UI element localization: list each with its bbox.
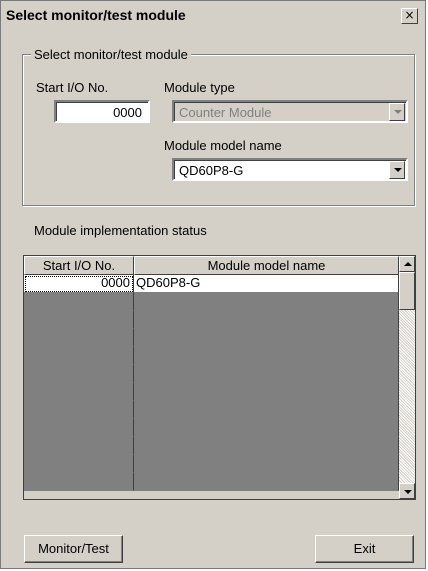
column-header-start-io[interactable]: Start I/O No. (24, 256, 134, 275)
empty-cell[interactable] (24, 419, 134, 437)
empty-cell[interactable] (134, 473, 399, 491)
dialog-window: Select monitor/test module × Select moni… (0, 0, 426, 569)
empty-cell[interactable] (134, 419, 399, 437)
chevron-down-icon[interactable] (389, 161, 405, 179)
empty-cell[interactable] (134, 455, 399, 473)
scroll-down-button[interactable] (399, 483, 415, 499)
table-row[interactable] (24, 347, 399, 365)
empty-cell[interactable] (24, 437, 134, 455)
table-row[interactable] (24, 365, 399, 383)
window-title: Select monitor/test module (6, 7, 186, 23)
table-row[interactable] (24, 293, 399, 311)
arrow-up-icon (404, 262, 412, 266)
start-io-value: 0000 (113, 105, 142, 120)
group-legend: Select monitor/test module (31, 47, 191, 62)
vertical-scrollbar[interactable] (399, 256, 415, 499)
start-io-label: Start I/O No. (36, 80, 109, 95)
scroll-thumb[interactable] (399, 272, 415, 310)
empty-cell[interactable] (24, 311, 134, 329)
table-row[interactable] (24, 401, 399, 419)
arrow-down-icon (404, 490, 412, 494)
close-button[interactable]: × (401, 8, 418, 24)
start-io-input[interactable]: 0000 (54, 100, 150, 123)
model-name-label: Module model name (164, 138, 282, 153)
implementation-status-label: Module implementation status (34, 223, 207, 238)
table-row[interactable] (24, 473, 399, 491)
scroll-up-button[interactable] (399, 256, 415, 272)
row-start-io[interactable]: 0000 (24, 275, 134, 293)
empty-cell[interactable] (24, 347, 134, 365)
module-type-select: Counter Module (172, 100, 408, 123)
monitor-test-button[interactable]: Monitor/Test (24, 535, 123, 563)
empty-cell[interactable] (24, 455, 134, 473)
table-row[interactable] (24, 437, 399, 455)
implementation-status-grid: Start I/O No. Module model name 0000 QD6… (23, 255, 416, 500)
title-bar: Select monitor/test module × (2, 2, 424, 29)
table-row[interactable] (24, 311, 399, 329)
empty-cell[interactable] (134, 365, 399, 383)
empty-cell[interactable] (24, 329, 134, 347)
module-type-dropdown-icon (389, 103, 405, 121)
exit-button[interactable]: Exit (315, 535, 414, 563)
empty-cell[interactable] (134, 329, 399, 347)
table-row[interactable] (24, 329, 399, 347)
table-row[interactable] (24, 455, 399, 473)
table-row[interactable] (24, 383, 399, 401)
empty-cell[interactable] (134, 293, 399, 311)
model-name-value: QD60P8-G (179, 163, 244, 178)
module-type-value: Counter Module (179, 105, 272, 120)
row-model-name[interactable]: QD60P8-G (134, 275, 399, 293)
empty-cell[interactable] (134, 347, 399, 365)
empty-cell[interactable] (134, 401, 399, 419)
model-name-select[interactable]: QD60P8-G (172, 158, 408, 181)
empty-cell[interactable] (24, 383, 134, 401)
empty-cell[interactable] (24, 365, 134, 383)
table-row[interactable] (24, 419, 399, 437)
empty-cell[interactable] (24, 293, 134, 311)
module-type-label: Module type (164, 80, 235, 95)
empty-cell[interactable] (134, 437, 399, 455)
table-row[interactable]: 0000 QD60P8-G (24, 275, 399, 293)
column-header-model-name[interactable]: Module model name (134, 256, 399, 275)
empty-cell[interactable] (24, 473, 134, 491)
empty-cell[interactable] (134, 383, 399, 401)
empty-cell[interactable] (24, 401, 134, 419)
empty-cell[interactable] (134, 311, 399, 329)
select-module-group (22, 54, 415, 206)
